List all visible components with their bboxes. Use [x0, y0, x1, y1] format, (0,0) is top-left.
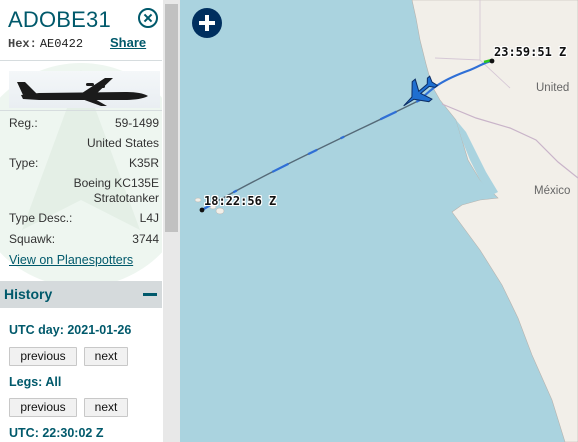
zoom-in-icon[interactable] [192, 8, 222, 38]
utc-day: UTC day: 2021-01-26 [9, 323, 132, 337]
previous-day-button[interactable]: previous [9, 347, 77, 366]
start-time-label: 18:22:56 Z [204, 194, 277, 208]
collapse-icon[interactable] [143, 293, 157, 296]
previous-leg-button[interactable]: previous [9, 398, 77, 417]
hex-value: AE0422 [39, 37, 84, 51]
squawk-label: Squawk: [9, 232, 56, 246]
silhouette-icon [17, 78, 148, 106]
start-point [199, 207, 205, 213]
scrollbar-thumb[interactable] [165, 4, 178, 232]
hawaii-island [194, 197, 202, 203]
squawk-value: 3744 [132, 232, 159, 246]
type-desc-label: Type Desc.: [9, 211, 73, 225]
hawaii-island [215, 207, 225, 215]
divider [0, 60, 162, 61]
close-icon[interactable] [138, 8, 158, 28]
type-label: Type: [9, 156, 39, 170]
type-value: K35R [128, 156, 159, 170]
aircraft-photo [9, 71, 160, 108]
planespotters-link[interactable]: View on Planespotters [9, 253, 133, 267]
divider [0, 110, 162, 111]
map-view[interactable]: 18:22:56 Z 23:59:51 Z United México [180, 0, 578, 442]
next-day-button[interactable]: next [84, 347, 128, 366]
reg-label: Reg.: [9, 116, 38, 130]
model-value: Boeing KC135E Stratotanker [73, 176, 159, 205]
type-desc-value: L4J [139, 211, 159, 225]
hex-label: Hex: [8, 37, 37, 51]
map-canvas [194, 0, 578, 442]
callsign: ADOBE31 [8, 7, 111, 32]
end-time-label: 23:59:51 Z [494, 45, 567, 59]
end-point [489, 58, 495, 64]
sidebar-scrollbar[interactable] [163, 0, 180, 442]
hex-row: Hex: AE0422 [8, 36, 83, 51]
history-header[interactable]: History [0, 281, 162, 308]
utc-time: UTC: 22:30:02 Z [9, 426, 104, 440]
place-label-mexico: México [534, 185, 571, 197]
legs-label: Legs: All [9, 375, 62, 389]
aircraft-info-panel: ADOBE31 Hex: AE0422 Share Reg.: 59-1499 U… [0, 0, 162, 442]
country-value: United States [86, 136, 159, 150]
reg-value: 59-1499 [114, 116, 159, 130]
land-mass [411, 0, 578, 442]
share-link[interactable]: Share [110, 35, 146, 50]
next-leg-button[interactable]: next [84, 398, 128, 417]
place-label-united: United [536, 82, 570, 94]
history-title: History [4, 286, 53, 302]
